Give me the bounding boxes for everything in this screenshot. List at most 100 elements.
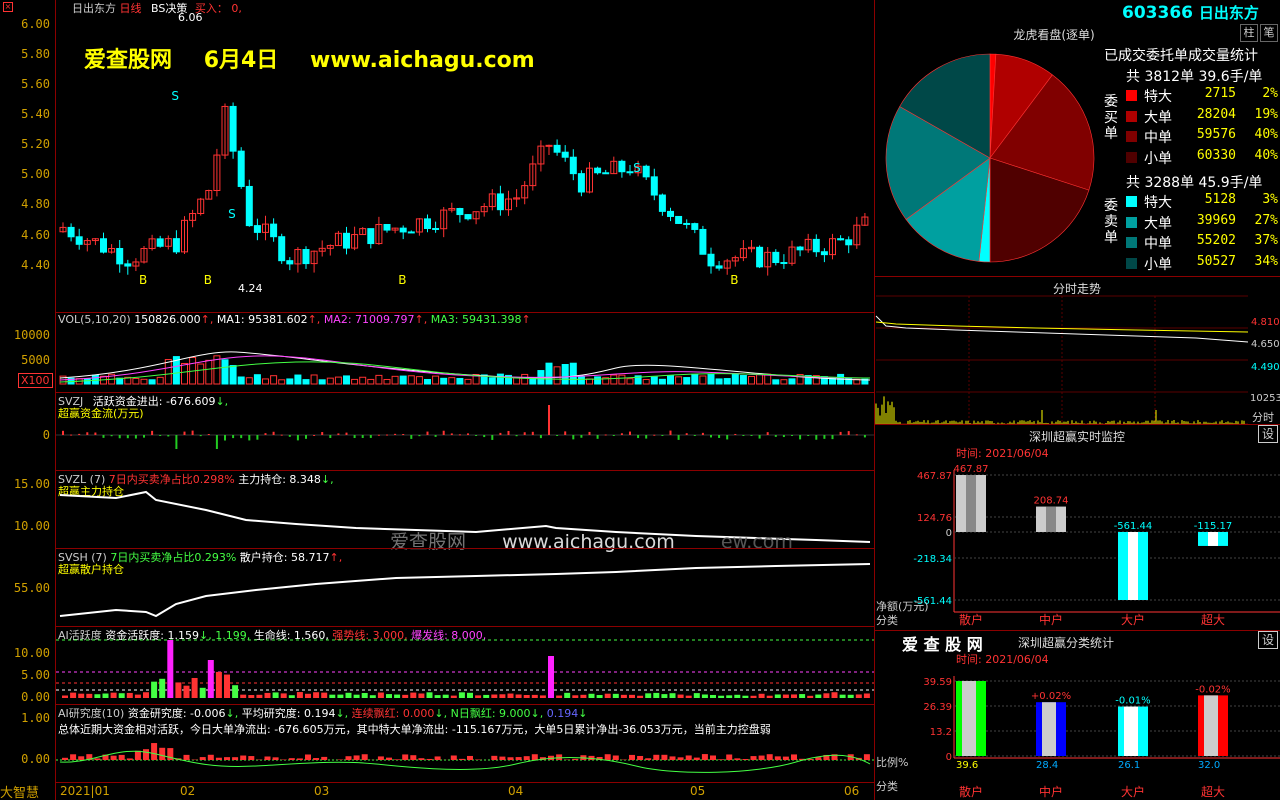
research-bar xyxy=(523,756,530,760)
order-percent: 19% xyxy=(1254,106,1278,122)
y-tick: 0 xyxy=(946,528,952,539)
date-label: 06 xyxy=(844,784,860,798)
research-bar xyxy=(750,756,757,760)
intraday-button[interactable]: 分时 xyxy=(1252,409,1274,425)
activity-bar xyxy=(337,694,344,698)
activity-bar xyxy=(248,695,255,698)
date-label: 2021|01 xyxy=(60,784,110,798)
candle-body xyxy=(675,215,683,224)
research-bar xyxy=(272,757,279,760)
order-percent: 27% xyxy=(1254,212,1278,228)
activity-bar xyxy=(742,695,749,698)
activity-bar xyxy=(313,692,320,698)
legend-swatch xyxy=(1126,90,1137,101)
candle-body xyxy=(602,172,610,175)
activity-bar xyxy=(839,694,846,698)
flow-bar xyxy=(288,435,291,437)
candle-body xyxy=(270,223,278,238)
candle-body xyxy=(845,239,853,246)
bar-delta: -0.02% xyxy=(1195,684,1230,695)
activity-bar xyxy=(523,695,530,698)
activity-bar xyxy=(126,692,133,698)
candle-body xyxy=(796,246,804,251)
candle-body xyxy=(464,214,472,220)
volume-bar xyxy=(221,359,229,385)
flow-bar xyxy=(807,435,810,436)
activity-bar xyxy=(507,693,514,698)
candle-body xyxy=(667,210,674,217)
activity-bar xyxy=(556,695,563,698)
activity-bar xyxy=(710,694,716,698)
candle-body xyxy=(658,194,666,212)
activity-bar xyxy=(863,693,870,698)
left-axis: × 6.00 5.80 5.60 5.40 5.20 5.00 4.80 4.6… xyxy=(0,0,56,800)
volume-bar xyxy=(707,374,715,385)
flow-bar xyxy=(434,435,437,437)
tick-mode-button[interactable]: 笔 xyxy=(1260,24,1278,42)
flow-bar xyxy=(450,433,453,435)
order-percent: 2% xyxy=(1262,86,1278,101)
flow-bar xyxy=(693,435,696,436)
order-row: 大单 39969 27% xyxy=(1124,213,1280,233)
research-bar xyxy=(434,756,441,760)
volume-bar xyxy=(691,373,699,385)
flow-bar xyxy=(726,435,729,440)
volume-bar xyxy=(391,375,399,385)
order-percent: 40% xyxy=(1254,127,1278,142)
activity-bar xyxy=(450,695,457,698)
research-line xyxy=(59,750,871,773)
volume-bar xyxy=(756,374,764,385)
volume-bar xyxy=(642,379,650,385)
flow-bar xyxy=(256,435,259,440)
class-settings-button[interactable]: 设 xyxy=(1258,631,1278,649)
activity-bar xyxy=(458,692,465,698)
volume-bar xyxy=(197,363,205,385)
activity-bar xyxy=(847,694,854,698)
activity-bar xyxy=(386,694,392,698)
order-percent: 37% xyxy=(1254,233,1278,248)
activity-bar xyxy=(418,693,425,698)
order-type: 特大 xyxy=(1144,195,1172,211)
flow-bar xyxy=(313,434,316,436)
flow-bar xyxy=(734,433,737,435)
intraday-chart[interactable] xyxy=(875,295,1249,425)
sell-order-label: 委卖单 xyxy=(1104,198,1118,246)
volume-bar xyxy=(237,376,245,385)
candlestick-chart[interactable]: B B B B S S S xyxy=(56,0,874,312)
net-bar-highlight xyxy=(1208,532,1218,546)
settings-icon[interactable]: × xyxy=(3,2,13,12)
candle-body xyxy=(432,227,440,230)
monitor-settings-button[interactable]: 设 xyxy=(1258,425,1278,443)
activity-bar xyxy=(539,695,546,698)
volume-bar xyxy=(650,376,658,385)
order-row: 特大 5128 3% xyxy=(1124,192,1280,212)
volume-bar xyxy=(253,374,261,385)
activity-bar xyxy=(377,692,384,698)
stock-name-right: 日出东方 xyxy=(1198,4,1259,22)
volume-bar xyxy=(440,377,448,385)
bar-mode-button[interactable]: 柱 xyxy=(1240,24,1258,42)
intraday-vol: 10253 xyxy=(1250,393,1280,404)
research-bar xyxy=(491,755,498,760)
activity-bar xyxy=(726,695,733,698)
flow-bar xyxy=(361,435,364,438)
order-row: 大单 28204 19% xyxy=(1124,107,1280,127)
activity-bar xyxy=(369,695,376,698)
realtime-monitor-chart: 467.87 124.76 0 -218.34 -561.44 467.87 散户 208.7… xyxy=(876,464,1280,627)
svsh-tick: 55.00 xyxy=(13,581,50,595)
flow-bar xyxy=(296,435,299,441)
research-bar xyxy=(507,757,514,760)
flow-bar xyxy=(353,435,356,439)
volume-bar xyxy=(432,375,440,385)
activity-bar xyxy=(677,694,684,698)
research-bar xyxy=(118,754,125,760)
volume-bar xyxy=(294,374,302,385)
research-bar xyxy=(296,758,303,760)
flow-bar xyxy=(264,433,267,435)
volume-bar xyxy=(245,377,253,385)
candle-body xyxy=(812,238,820,253)
flow-bar xyxy=(847,431,850,435)
activity-bar xyxy=(661,694,668,698)
volume-bar xyxy=(181,362,188,385)
ratio-bar-highlight xyxy=(962,680,976,756)
